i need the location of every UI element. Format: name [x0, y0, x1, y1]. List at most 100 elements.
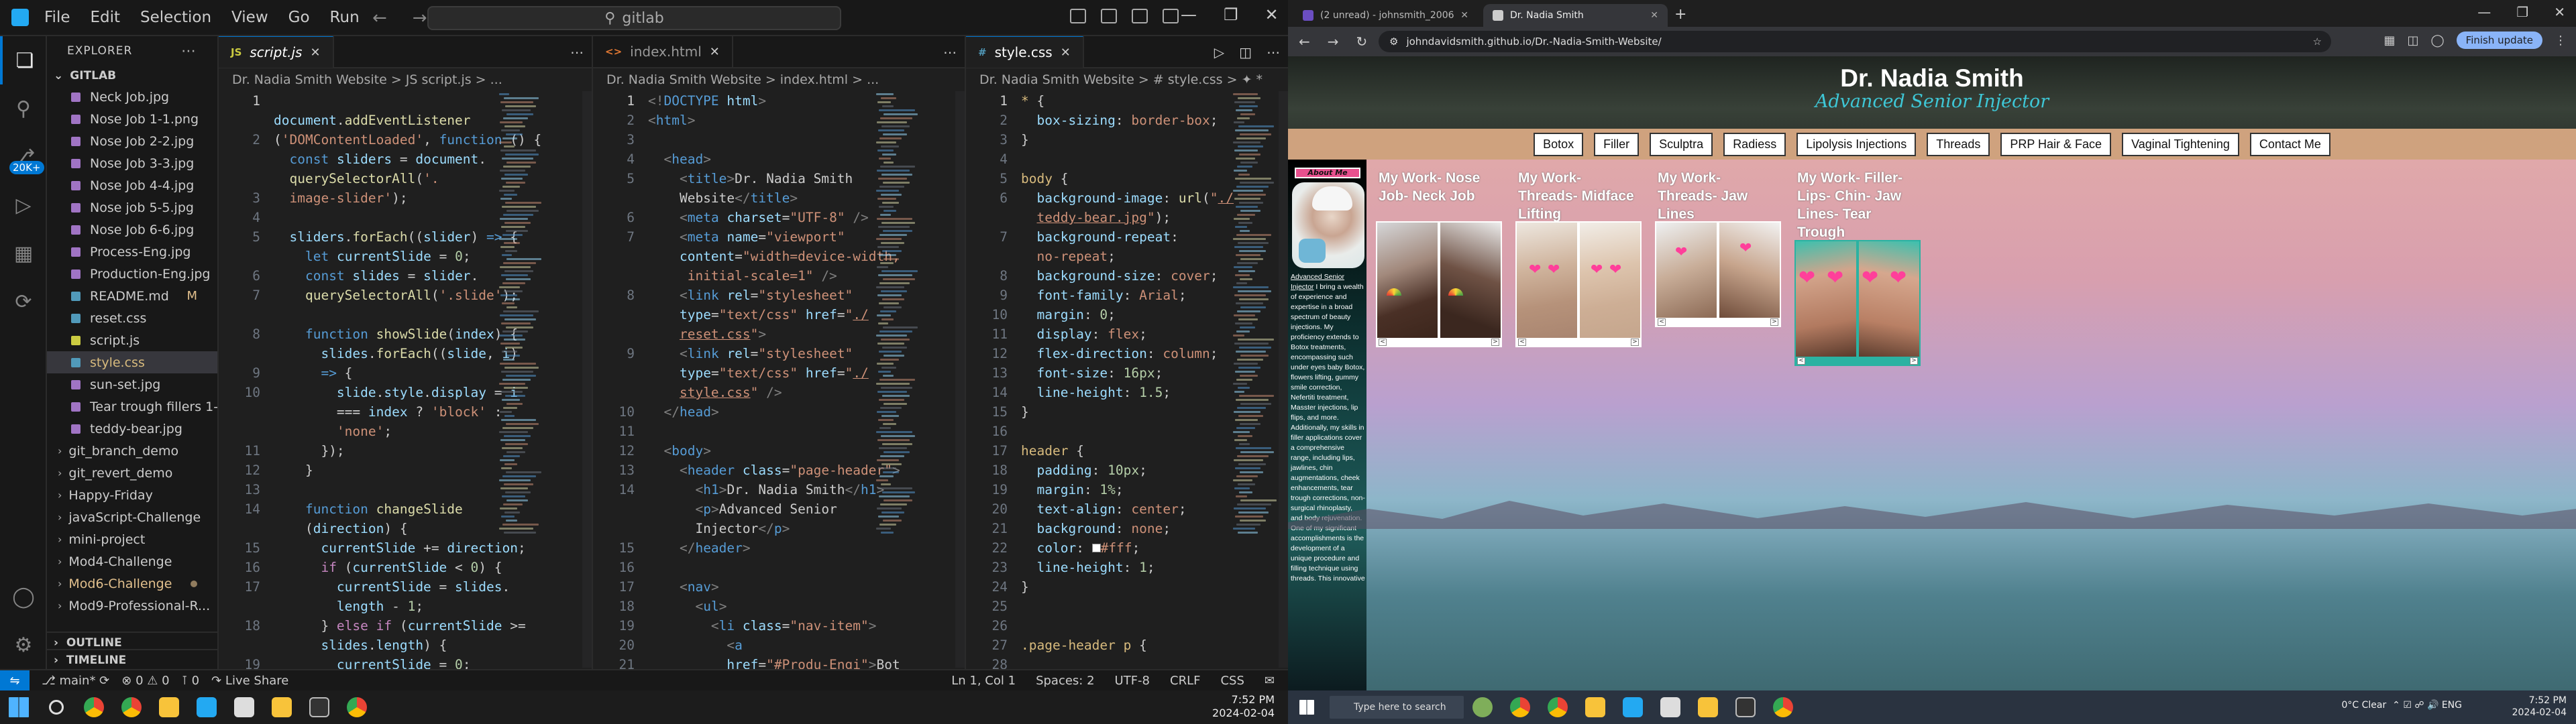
- line-ending[interactable]: CRLF: [1170, 674, 1200, 688]
- nav-link-prp-hair-face[interactable]: PRP Hair & Face: [2000, 132, 2112, 156]
- remote-indicator-icon[interactable]: ⇋: [0, 670, 30, 690]
- file-item[interactable]: Nose job 5-5.jpg: [47, 196, 217, 219]
- close-tab-icon[interactable]: ✕: [1061, 46, 1071, 60]
- terminal-icon[interactable]: [1727, 690, 1764, 724]
- chrome-icon[interactable]: [113, 690, 150, 724]
- folder-item[interactable]: › git_branch_demo: [47, 440, 217, 462]
- browser-tab[interactable]: (2 unread) - johnsmith_2006@... ✕: [1293, 4, 1478, 27]
- nav-link-botox[interactable]: Botox: [1534, 132, 1584, 156]
- file-item[interactable]: Nose Job 3-3.jpg: [47, 152, 217, 174]
- prev-slide-button[interactable]: <: [1518, 339, 1526, 346]
- run-debug-icon[interactable]: ▷: [0, 181, 47, 229]
- file-item[interactable]: Neck Job.jpg: [47, 86, 217, 108]
- accounts-icon[interactable]: ◯: [0, 572, 47, 621]
- prev-slide-button[interactable]: <: [1379, 339, 1387, 346]
- notifications-icon[interactable]: ✉: [1265, 674, 1275, 688]
- folder-item[interactable]: › Mod4-Challenge: [47, 550, 217, 572]
- prev-slide-button[interactable]: <: [1797, 357, 1805, 365]
- folder-item[interactable]: › mini-project: [47, 528, 217, 550]
- liveshare-status[interactable]: ↷ Live Share: [211, 674, 288, 688]
- chrome-icon[interactable]: [1539, 690, 1576, 724]
- source-control-icon[interactable]: ⎇ 20K+: [0, 133, 47, 181]
- extensions-icon[interactable]: ▦: [0, 229, 47, 278]
- bookmark-star-icon[interactable]: ☆: [2313, 36, 2322, 48]
- file-item[interactable]: Nose Job 1-1.png: [47, 108, 217, 130]
- new-tab-icon[interactable]: +: [1674, 6, 1686, 23]
- folder-item[interactable]: › Happy-Friday: [47, 484, 217, 506]
- nav-link-radiess[interactable]: Radiess: [1723, 132, 1786, 156]
- folder-item[interactable]: › Mod9-Professional-R...: [47, 595, 217, 617]
- terminal-icon[interactable]: [301, 690, 338, 724]
- vscode-icon[interactable]: [188, 690, 225, 724]
- taskbar-clock[interactable]: 7:52 PM 2024-02-04: [2512, 695, 2567, 719]
- workspace-header[interactable]: ⌄ GITLAB: [47, 66, 217, 86]
- more-actions-icon[interactable]: ⋯: [1267, 44, 1280, 60]
- folder-icon[interactable]: [1689, 690, 1727, 724]
- folder-item[interactable]: › Mod6-Challenge: [47, 572, 217, 595]
- close-icon[interactable]: ✕: [2554, 4, 2565, 20]
- file-item[interactable]: teddy-bear.jpg: [47, 418, 217, 440]
- search-icon[interactable]: [38, 690, 75, 724]
- close-tab-icon[interactable]: ✕: [1460, 10, 1468, 21]
- menu-view[interactable]: View: [231, 9, 268, 26]
- nav-link-contact-me[interactable]: Contact Me: [2249, 132, 2330, 156]
- chrome-icon[interactable]: [338, 690, 376, 724]
- timeline-section[interactable]: › TIMELINE: [47, 649, 219, 670]
- folder-icon[interactable]: [263, 690, 301, 724]
- file-item[interactable]: reset.css: [47, 307, 217, 329]
- back-arrow-icon[interactable]: ←: [1299, 34, 1310, 50]
- nav-link-lipolysis-injections[interactable]: Lipolysis Injections: [1796, 132, 1917, 156]
- minimize-icon[interactable]: —: [2477, 4, 2491, 20]
- file-item[interactable]: script.js: [47, 329, 217, 351]
- minimap[interactable]: [876, 91, 918, 668]
- command-center-search[interactable]: ⚲ gitlab: [427, 6, 841, 30]
- search-view-icon[interactable]: ⚲: [0, 84, 47, 133]
- next-slide-button[interactable]: >: [1910, 357, 1918, 365]
- file-explorer-icon[interactable]: [150, 690, 188, 724]
- taskbar-search[interactable]: Type here to search: [1330, 696, 1464, 719]
- more-actions-icon[interactable]: ⋯: [181, 43, 196, 60]
- tab-index-html[interactable]: <> index.html ✕: [593, 36, 733, 68]
- close-icon[interactable]: ✕: [1265, 5, 1279, 24]
- more-actions-icon[interactable]: ⋯: [570, 44, 584, 60]
- file-item[interactable]: README.md M: [47, 285, 217, 307]
- indentation[interactable]: Spaces: 2: [1036, 674, 1094, 688]
- next-slide-button[interactable]: >: [1770, 318, 1778, 326]
- tab-script-js[interactable]: JS script.js ✕: [219, 36, 334, 68]
- ports-status[interactable]: ⊺ 0: [182, 674, 200, 688]
- address-bar[interactable]: ⚙ johndavidsmith.github.io/Dr.-Nadia-Smi…: [1379, 31, 2331, 52]
- reload-icon[interactable]: ↻: [1356, 34, 1368, 50]
- browser-tab[interactable]: Dr. Nadia Smith ✕: [1483, 4, 1668, 27]
- menu-go[interactable]: Go: [288, 9, 310, 26]
- nav-link-threads[interactable]: Threads: [1927, 132, 1990, 156]
- vscode-icon[interactable]: [1614, 690, 1652, 724]
- minimize-icon[interactable]: —: [1181, 5, 1197, 24]
- weather-widget[interactable]: 0°C Clear ⌃ ☑ ☍ 🔊 ENG: [2341, 700, 2462, 711]
- file-item[interactable]: Nose Job 4-4.jpg: [47, 174, 217, 196]
- toggle-panel-icon[interactable]: [1101, 9, 1117, 23]
- close-tab-icon[interactable]: ✕: [310, 46, 320, 60]
- encoding[interactable]: UTF-8: [1115, 674, 1150, 688]
- close-tab-icon[interactable]: ✕: [710, 45, 720, 59]
- minimap[interactable]: [1233, 91, 1277, 668]
- extensions-icon[interactable]: ▦: [2383, 34, 2395, 48]
- minimap[interactable]: [499, 91, 541, 668]
- restore-icon[interactable]: ❐: [1224, 5, 1238, 24]
- branch-status[interactable]: ⎇ main* ⟳: [42, 674, 109, 688]
- menu-selection[interactable]: Selection: [140, 9, 211, 26]
- menu-kebab-icon[interactable]: ⋮: [2555, 34, 2567, 48]
- site-info-icon[interactable]: ⚙: [1389, 36, 1398, 48]
- explorer-icon[interactable]: ❏: [0, 36, 47, 84]
- editor-scrollbar[interactable]: [1279, 91, 1288, 668]
- customize-layout-icon[interactable]: [1163, 9, 1179, 23]
- editor-scrollbar[interactable]: [955, 91, 965, 668]
- folder-item[interactable]: › javaScript-Challenge: [47, 506, 217, 528]
- problems-status[interactable]: ⊗ 0 ⚠ 0: [121, 674, 169, 688]
- forward-arrow-icon[interactable]: →: [413, 8, 427, 28]
- language-mode[interactable]: CSS: [1220, 674, 1244, 688]
- tab-style-css[interactable]: # style.css ✕: [966, 36, 1084, 68]
- finish-update-button[interactable]: Finish update: [2456, 32, 2542, 49]
- side-panel-icon[interactable]: ◫: [2408, 34, 2419, 48]
- next-slide-button[interactable]: >: [1631, 339, 1639, 346]
- toggle-secondary-sidebar-icon[interactable]: [1132, 9, 1148, 23]
